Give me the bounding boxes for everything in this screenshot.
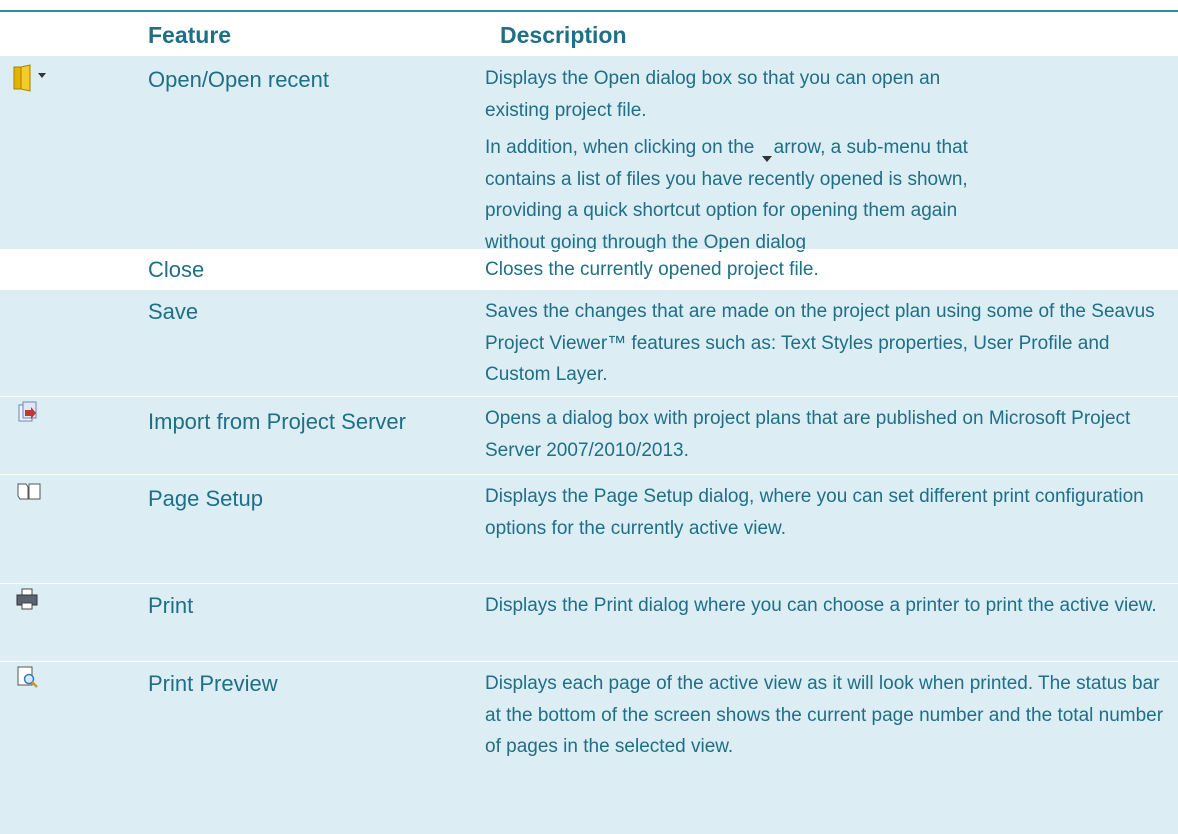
description-save: Saves the changes that are made on the p… (485, 301, 1155, 385)
table-row: Save Saves the changes that are made on … (0, 290, 1178, 396)
import-server-icon (12, 399, 52, 433)
feature-open-open-recent: Open/Open recent (148, 67, 330, 92)
table-row: Import from Project Server Opens a dialo… (0, 397, 1178, 474)
page-setup-icon (12, 479, 52, 513)
feature-close: Close (148, 257, 205, 282)
description-paragraph: Displays the Open dialog box so that you… (485, 68, 941, 121)
feature-page-setup: Page Setup (148, 486, 263, 511)
feature-save: Save (148, 299, 199, 324)
dropdown-arrow-icon (760, 143, 774, 162)
description-print: Displays the Print dialog where you can … (485, 595, 1157, 616)
description-page-setup: Displays the Page Setup dialog, where yo… (485, 486, 1144, 539)
table-row: Print Displays the Print dialog where yo… (0, 584, 1178, 661)
open-folder-dropdown-icon (12, 64, 52, 98)
table-row: Page Setup Displays the Page Setup dialo… (0, 475, 1178, 583)
feature-column-header: Feature (148, 22, 232, 48)
feature-print: Print (148, 593, 194, 618)
table-row: Close Closes the currently opened projec… (0, 250, 1178, 290)
description-open-open-recent: Displays the Open dialog box so that you… (485, 63, 1165, 258)
description-import-from-project-server: Opens a dialog box with project plans th… (485, 408, 1131, 461)
feature-print-preview: Print Preview (148, 671, 278, 696)
table-row: Print Preview Displays each page of the … (0, 662, 1178, 834)
printer-icon (12, 586, 52, 620)
print-preview-icon (12, 664, 52, 698)
table-row: Open/Open recent Displays the Open dialo… (0, 56, 1178, 253)
description-paragraph: In addition, when clicking on the arrow,… (485, 132, 1020, 258)
description-column-header: Description (500, 22, 627, 48)
table-header: Feature Description (0, 12, 1178, 56)
description-close: Closes the currently opened project file… (485, 259, 819, 280)
description-text: In addition, when clicking on the (485, 137, 755, 158)
feature-import-from-project-server: Import from Project Server (148, 409, 406, 434)
description-print-preview: Displays each page of the active view as… (485, 673, 1164, 757)
